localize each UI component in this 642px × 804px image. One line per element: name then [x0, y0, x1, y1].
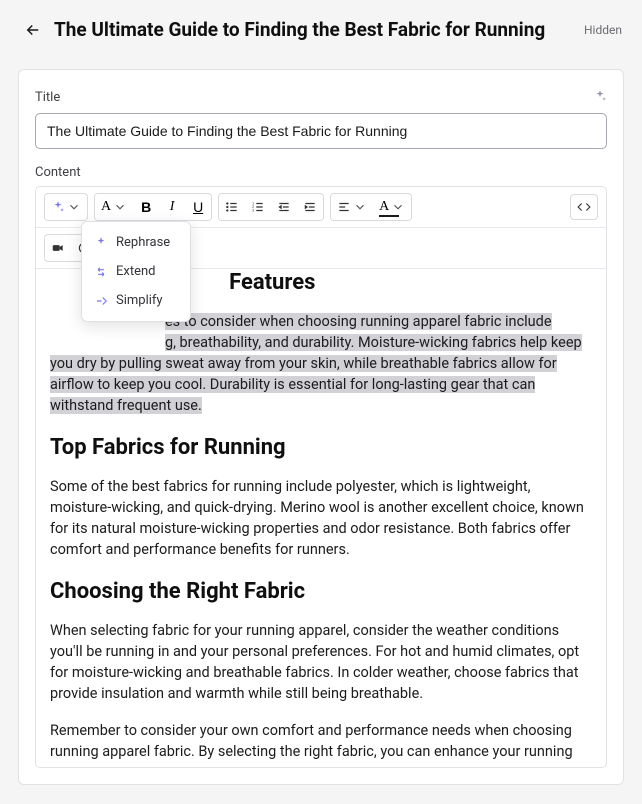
- back-arrow-icon[interactable]: [24, 21, 42, 39]
- rephrase-label: Rephrase: [116, 235, 170, 250]
- bold-button[interactable]: B: [133, 194, 159, 220]
- editor-body[interactable]: xxxxxxxxxxxxxxxxFeatures xxxxxxxxxxxxxxx…: [36, 269, 606, 767]
- underline-button[interactable]: U: [185, 194, 211, 220]
- simplify-option[interactable]: Simplify: [82, 286, 190, 315]
- italic-button[interactable]: I: [159, 194, 185, 220]
- paragraph-4: Remember to consider your own comfort an…: [50, 720, 592, 762]
- ai-sparkle-button[interactable]: [45, 194, 87, 220]
- simplify-label: Simplify: [116, 293, 163, 308]
- ai-dropdown-menu: Rephrase Extend Simplify: [81, 221, 191, 322]
- rephrase-option[interactable]: Rephrase: [82, 228, 190, 257]
- outdent-button[interactable]: [271, 194, 297, 220]
- content-label: Content: [35, 165, 607, 180]
- numbered-list-button[interactable]: 123: [245, 194, 271, 220]
- paragraph-1: xxxxxxxxxxxxxxxxes to consider when choo…: [50, 311, 592, 416]
- video-button[interactable]: [45, 235, 71, 261]
- title-label: Title: [35, 90, 60, 105]
- toolbar-row-1: A B I U 123: [36, 187, 606, 228]
- heading-top-fabrics: Top Fabrics for Running: [50, 432, 592, 464]
- ai-sparkle-icon[interactable]: [593, 88, 607, 107]
- extend-label: Extend: [116, 264, 156, 279]
- svg-text:3: 3: [252, 209, 254, 213]
- indent-button[interactable]: [297, 194, 323, 220]
- bullet-list-button[interactable]: [219, 194, 245, 220]
- source-code-button[interactable]: [570, 194, 598, 220]
- extend-option[interactable]: Extend: [82, 257, 190, 286]
- font-family-button[interactable]: A: [95, 194, 133, 220]
- editor-shell: A B I U 123: [35, 186, 607, 768]
- text-color-button[interactable]: A: [373, 194, 411, 220]
- visibility-status: Hidden: [584, 23, 622, 37]
- heading-choosing: Choosing the Right Fabric: [50, 576, 592, 608]
- paragraph-2: Some of the best fabrics for running inc…: [50, 476, 592, 560]
- editor-card: Title Content A B I U: [18, 69, 624, 785]
- page-title: The Ultimate Guide to Finding the Best F…: [54, 18, 572, 41]
- paragraph-3: When selecting fabric for your running a…: [50, 620, 592, 704]
- title-input[interactable]: [35, 113, 607, 149]
- align-button[interactable]: [331, 194, 373, 220]
